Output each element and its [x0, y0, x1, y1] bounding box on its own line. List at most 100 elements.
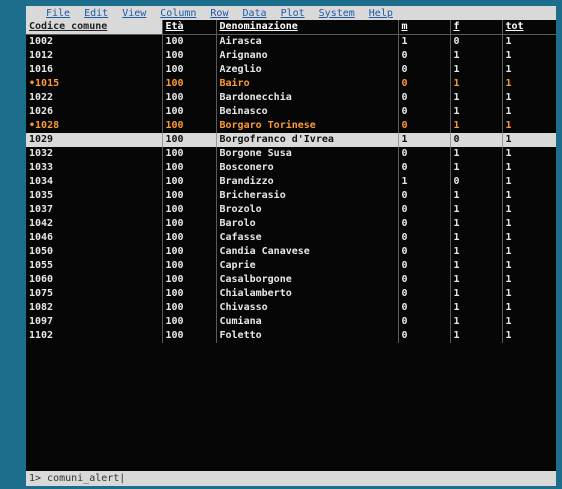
table-row[interactable]: 1028100Borgaro Torinese011: [26, 119, 556, 133]
column-header-eta[interactable]: Età: [162, 20, 217, 35]
cell-codice-comune[interactable]: 1002: [26, 34, 163, 49]
cell-eta[interactable]: 100: [162, 231, 217, 245]
cell-codice-comune[interactable]: 1022: [26, 91, 163, 105]
cell-m[interactable]: 0: [398, 273, 451, 287]
cell-tot[interactable]: 1: [502, 273, 556, 287]
cell-tot[interactable]: 1: [502, 35, 556, 50]
cell-eta[interactable]: 100: [162, 147, 217, 161]
menu-plot[interactable]: Plot: [281, 8, 305, 19]
cell-m[interactable]: 1: [398, 34, 451, 49]
cell-m[interactable]: 0: [398, 231, 451, 245]
cell-denominazione[interactable]: Cafasse: [216, 231, 399, 245]
cell-m[interactable]: 0: [398, 217, 451, 231]
cell-denominazione[interactable]: Barolo: [216, 217, 399, 231]
cell-codice-comune[interactable]: 1060: [26, 273, 163, 287]
cell-eta[interactable]: 100: [162, 105, 217, 119]
cell-tot[interactable]: 1: [502, 245, 556, 259]
cell-m[interactable]: 0: [398, 315, 451, 329]
cell-denominazione[interactable]: Airasca: [216, 34, 399, 49]
cell-m[interactable]: 0: [398, 259, 451, 273]
table-row[interactable]: 1016 100 Azeglio 0 1 1: [26, 63, 556, 77]
cell-codice-comune[interactable]: 1050: [26, 245, 163, 259]
cell-m[interactable]: 0: [398, 63, 451, 77]
cell-eta[interactable]: 100: [162, 315, 217, 329]
cell-eta[interactable]: 100: [162, 63, 217, 77]
cell-m[interactable]: 0: [398, 49, 451, 63]
cell-denominazione[interactable]: Bosconero: [216, 161, 399, 175]
column-header-f[interactable]: f: [450, 20, 503, 35]
cell-f[interactable]: 1: [450, 259, 503, 273]
cell-codice-comune[interactable]: 1075: [26, 287, 163, 301]
cell-m[interactable]: 0: [398, 329, 451, 343]
cell-denominazione[interactable]: Chialamberto: [216, 287, 399, 301]
cell-denominazione[interactable]: Candia Canavese: [216, 245, 399, 259]
cell-m[interactable]: 0: [398, 203, 451, 217]
cell-eta[interactable]: 100: [162, 301, 217, 315]
cell-denominazione[interactable]: Bairo: [216, 77, 399, 91]
cell-f[interactable]: 1: [450, 119, 503, 133]
table-row[interactable]: 1055 100 Caprie 0 1 1: [26, 259, 556, 273]
cell-eta[interactable]: 100: [162, 49, 217, 63]
cell-codice-comune[interactable]: 1028: [26, 119, 163, 133]
cell-tot[interactable]: 1: [502, 91, 556, 105]
cell-tot[interactable]: 1: [502, 49, 556, 63]
table-row[interactable]: 1033 100 Bosconero 0 1 1: [26, 161, 556, 175]
cell-f[interactable]: 1: [450, 49, 503, 63]
cell-tot[interactable]: 1: [502, 175, 556, 189]
cell-codice-comune[interactable]: 1042: [26, 217, 163, 231]
cell-denominazione[interactable]: Brandizzo: [216, 175, 399, 189]
table-row[interactable]: 1037 100 Brozolo 0 1 1: [26, 203, 556, 217]
cell-codice-comune[interactable]: 1082: [26, 301, 163, 315]
cell-f[interactable]: 1: [450, 77, 503, 91]
cell-eta[interactable]: 100: [162, 287, 217, 301]
cell-tot[interactable]: 1: [502, 329, 556, 343]
table-row[interactable]: 1015100Bairo011: [26, 77, 556, 91]
cell-tot[interactable]: 1: [502, 315, 556, 329]
cell-f[interactable]: 1: [450, 245, 503, 259]
cell-codice-comune[interactable]: 1035: [26, 189, 163, 203]
cell-denominazione[interactable]: Bricherasio: [216, 189, 399, 203]
cell-f[interactable]: 1: [450, 301, 503, 315]
cell-f[interactable]: 1: [450, 315, 503, 329]
menu-row[interactable]: Row: [210, 8, 228, 19]
cell-tot[interactable]: 1: [502, 147, 556, 161]
cell-f[interactable]: 1: [450, 287, 503, 301]
cell-tot[interactable]: 1: [502, 217, 556, 231]
cell-eta[interactable]: 100: [162, 91, 217, 105]
cell-codice-comune[interactable]: 1026: [26, 105, 163, 119]
cell-f[interactable]: 1: [450, 105, 503, 119]
column-header-codice-comune[interactable]: Codice comune: [26, 20, 163, 35]
cell-denominazione[interactable]: Borgaro Torinese: [216, 119, 399, 133]
cell-tot[interactable]: 1: [502, 77, 556, 91]
cell-f[interactable]: 1: [450, 63, 503, 77]
cell-denominazione[interactable]: Caprie: [216, 259, 399, 273]
cell-codice-comune[interactable]: 1102: [26, 329, 163, 343]
table-row[interactable]: 1002 100 Airasca 1 0 1: [26, 34, 556, 50]
menu-file[interactable]: File: [46, 8, 70, 19]
cell-denominazione[interactable]: Borgofranco d'Ivrea: [216, 133, 399, 147]
table-row[interactable]: 1026 100 Beinasco 0 1 1: [26, 105, 556, 119]
cell-m[interactable]: 0: [398, 245, 451, 259]
cell-eta[interactable]: 100: [162, 203, 217, 217]
cell-codice-comune[interactable]: 1037: [26, 203, 163, 217]
cell-f[interactable]: 1: [450, 329, 503, 343]
cell-m[interactable]: 1: [398, 175, 451, 189]
cell-f[interactable]: 1: [450, 147, 503, 161]
cell-m[interactable]: 0: [398, 189, 451, 203]
cell-m[interactable]: 0: [398, 147, 451, 161]
cell-codice-comune[interactable]: 1046: [26, 231, 163, 245]
cell-tot[interactable]: 1: [502, 119, 556, 133]
cell-eta[interactable]: 100: [162, 133, 217, 147]
column-header-m[interactable]: m: [398, 20, 451, 35]
cell-m[interactable]: 0: [398, 91, 451, 105]
cell-denominazione[interactable]: Borgone Susa: [216, 147, 399, 161]
table-row[interactable]: 1032 100 Borgone Susa 0 1 1: [26, 147, 556, 161]
cell-denominazione[interactable]: Azeglio: [216, 63, 399, 77]
cell-eta[interactable]: 100: [162, 161, 217, 175]
menu-edit[interactable]: Edit: [84, 8, 108, 19]
table-row[interactable]: 1060 100 Casalborgone 0 1 1: [26, 273, 556, 287]
cell-f[interactable]: 1: [450, 161, 503, 175]
table-row[interactable]: 1029 100 Borgofranco d'Ivrea 1 0 1: [26, 133, 556, 147]
table-row[interactable]: 1050 100 Candia Canavese 0 1 1: [26, 245, 556, 259]
cell-tot[interactable]: 1: [502, 133, 556, 147]
